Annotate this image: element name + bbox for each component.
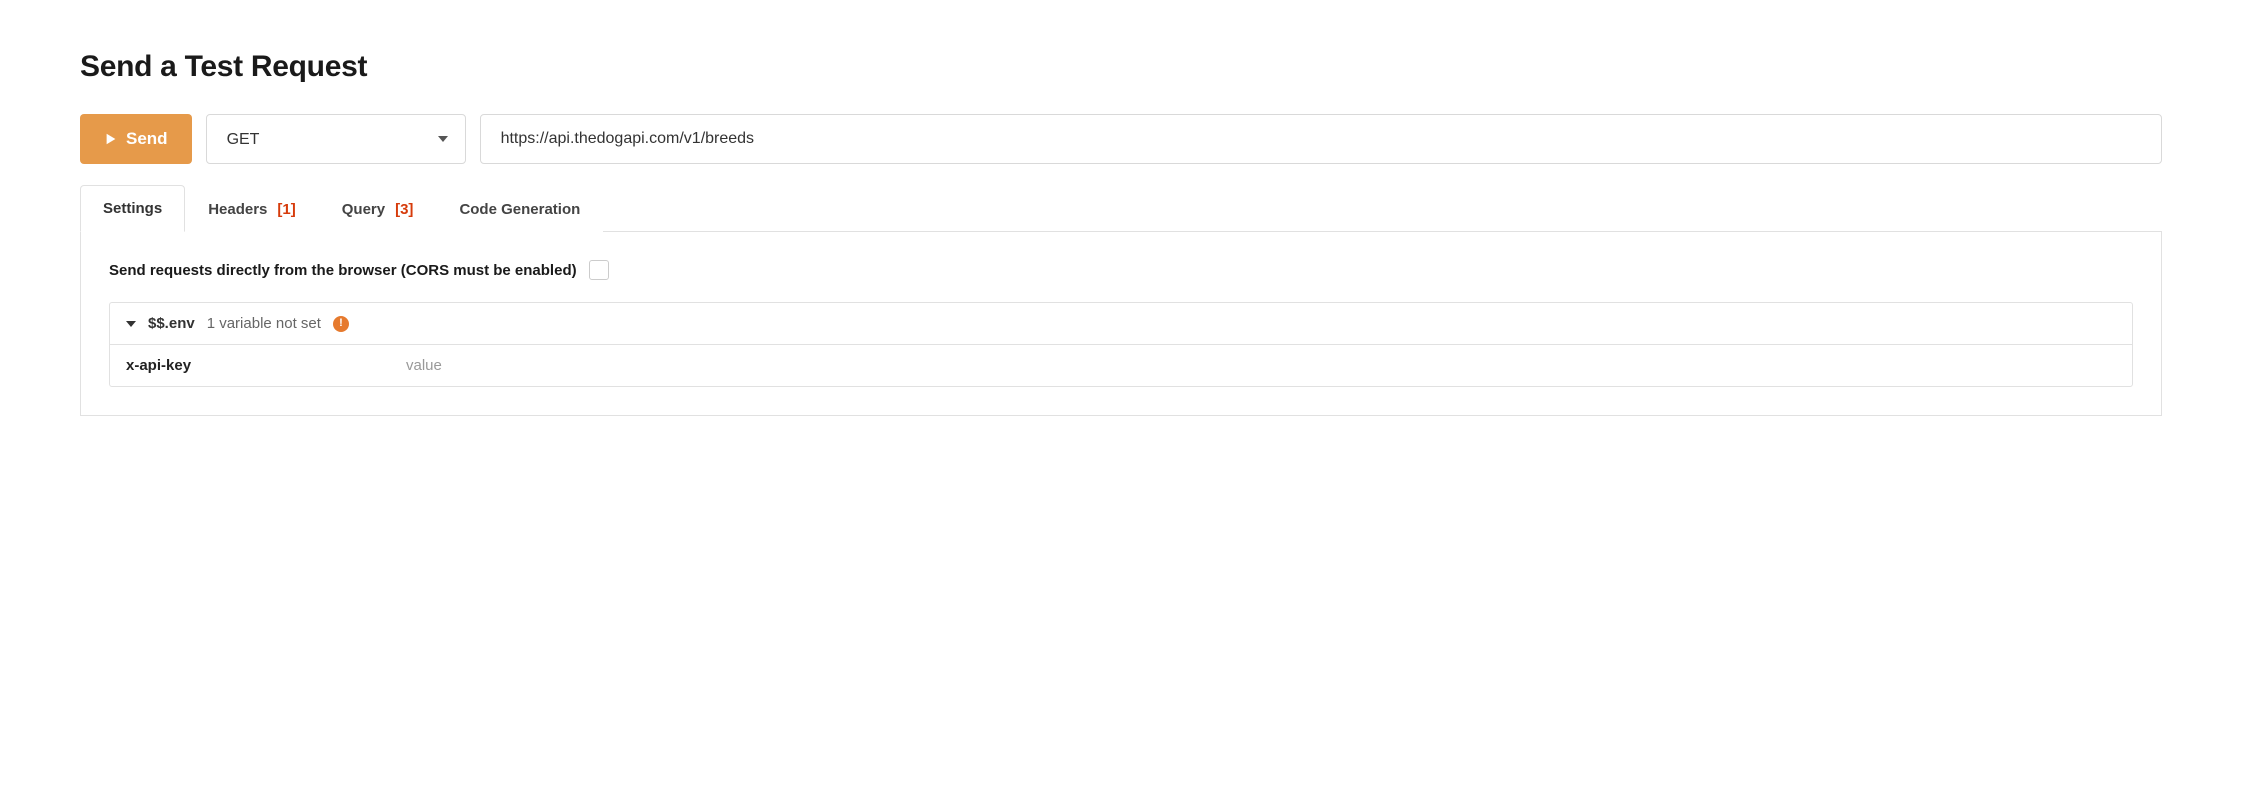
tab-headers-count: [1] [277, 201, 295, 218]
tab-query-count: [3] [395, 201, 413, 218]
tab-query-label: Query [342, 201, 385, 218]
cors-row: Send requests directly from the browser … [109, 260, 2133, 280]
tab-headers[interactable]: Headers [1] [185, 185, 319, 232]
method-select-wrap: GET [206, 114, 466, 164]
tab-settings[interactable]: Settings [80, 185, 185, 232]
play-icon [104, 132, 118, 146]
warning-icon: ! [333, 316, 349, 332]
method-select[interactable]: GET [206, 114, 466, 164]
url-input[interactable] [480, 114, 2162, 164]
send-button-label: Send [126, 129, 168, 149]
tab-codegen-label: Code Generation [459, 201, 580, 218]
env-name: $$.env [148, 315, 195, 332]
env-block: $$.env 1 variable not set ! x-api-key [109, 302, 2133, 387]
page-title: Send a Test Request [80, 50, 2162, 84]
tab-headers-label: Headers [208, 201, 267, 218]
tab-settings-label: Settings [103, 200, 162, 217]
settings-panel: Send requests directly from the browser … [80, 232, 2162, 416]
env-header[interactable]: $$.env 1 variable not set ! [110, 303, 2132, 345]
env-value-input[interactable] [406, 357, 2116, 374]
tabs: Settings Headers [1] Query [3] Code Gene… [80, 184, 2162, 232]
env-status: 1 variable not set [207, 315, 321, 332]
request-toolbar: Send GET [80, 114, 2162, 164]
tab-query[interactable]: Query [3] [319, 185, 437, 232]
send-button[interactable]: Send [80, 114, 192, 164]
env-key: x-api-key [126, 357, 406, 374]
env-row: x-api-key [110, 345, 2132, 386]
cors-checkbox[interactable] [589, 260, 609, 280]
cors-label: Send requests directly from the browser … [109, 262, 577, 279]
tab-code-generation[interactable]: Code Generation [436, 185, 603, 232]
caret-down-icon [126, 321, 136, 327]
